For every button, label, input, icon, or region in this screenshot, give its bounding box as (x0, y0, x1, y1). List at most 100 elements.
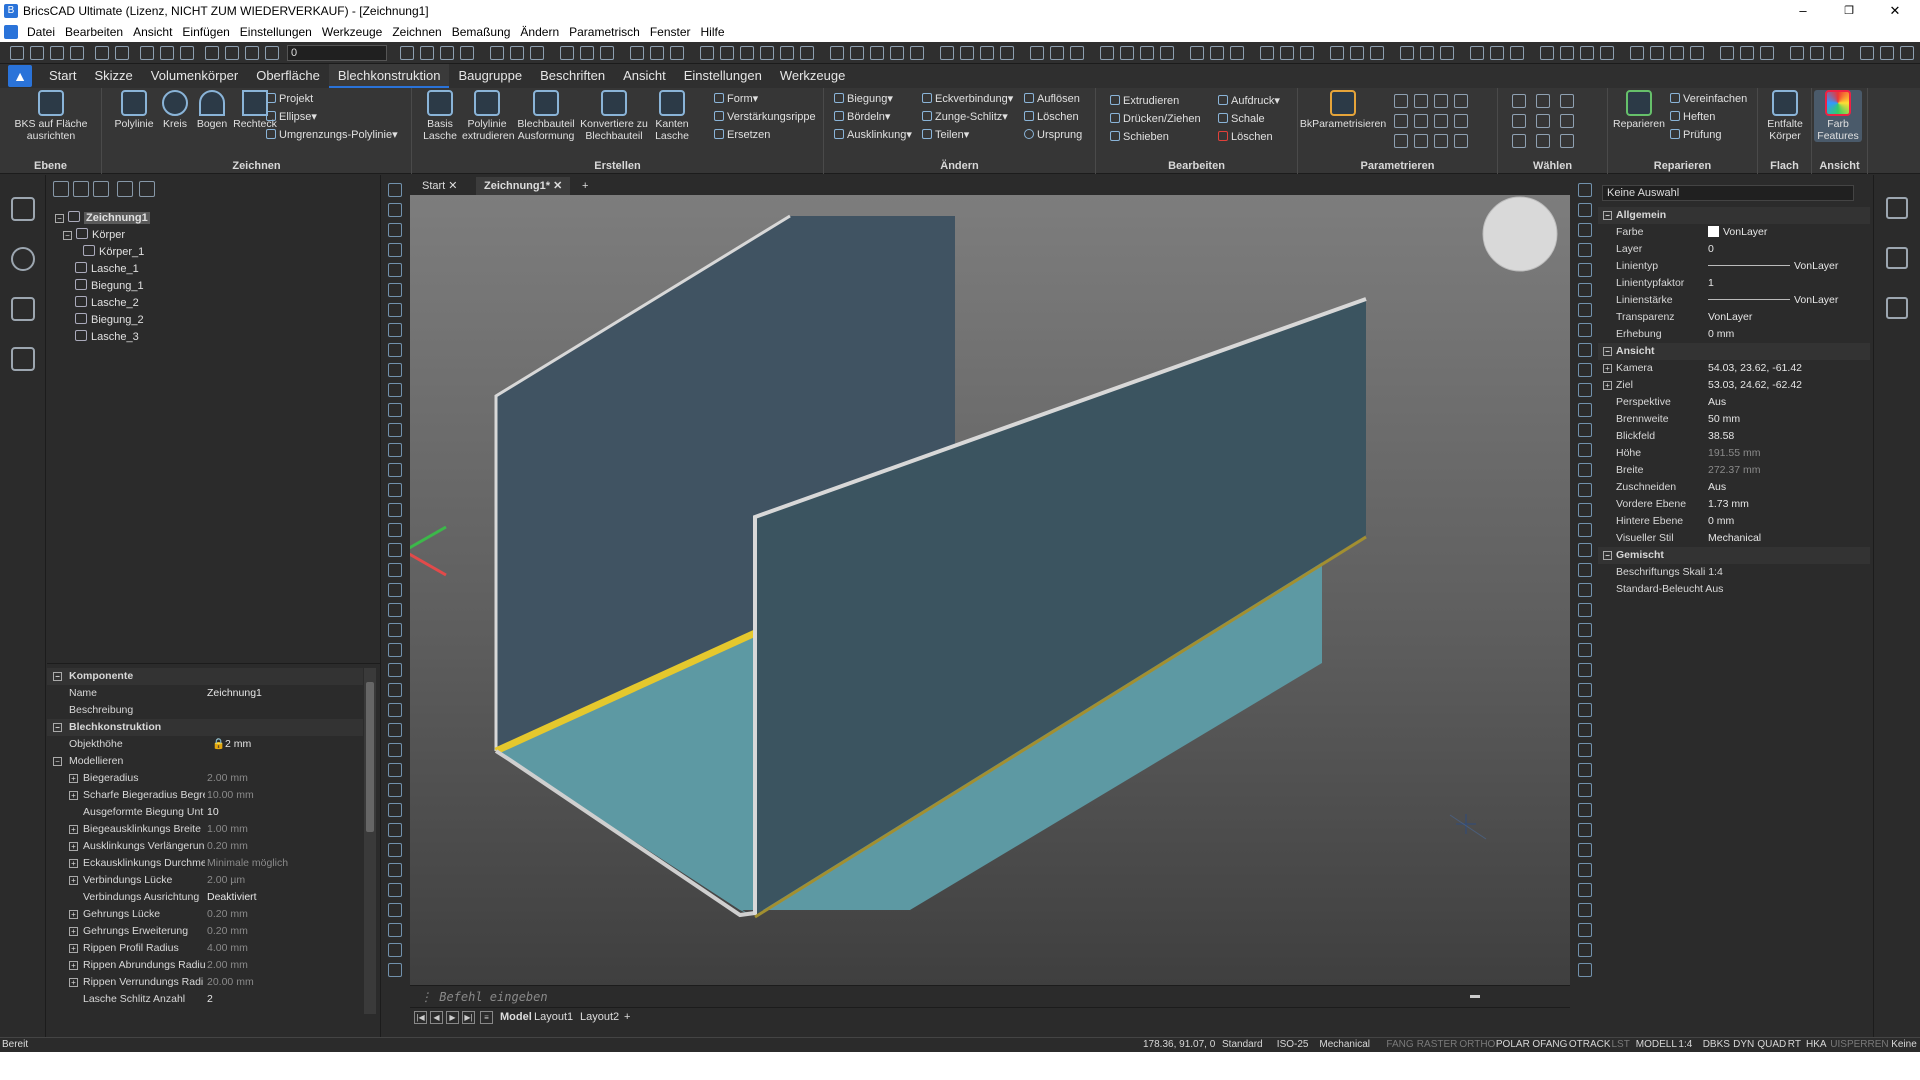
blechbauteil-ausformung-button[interactable]: Blechbauteil Ausformung (516, 90, 576, 142)
close-button[interactable]: ✕ (1872, 0, 1918, 22)
selection-dropdown[interactable]: Keine Auswahl (1602, 185, 1854, 201)
entfalte-koerper-button[interactable]: Entfalte Körper (1760, 90, 1810, 142)
redo-icon[interactable] (180, 46, 194, 60)
layers-panel-icon[interactable] (1886, 247, 1908, 269)
prop-row[interactable]: Beschreibung (47, 702, 363, 719)
draw-tool-icon[interactable] (388, 403, 402, 417)
modify-tool-icon[interactable] (1578, 943, 1592, 957)
property-row[interactable]: Standard-Beleucht Aus (1598, 581, 1870, 598)
property-row[interactable]: Linientypfaktor 1 (1598, 275, 1870, 292)
draw-tool-icon[interactable] (388, 743, 402, 757)
teilen-button[interactable]: Teilen▾ (922, 128, 969, 142)
prop-row[interactable]: + Eckausklinkungs Durchme Minimale möglich (47, 855, 363, 872)
draw-tool-icon[interactable] (388, 263, 402, 277)
rect-icon[interactable] (780, 46, 794, 60)
draw-tool-icon[interactable] (388, 723, 402, 737)
tab-skizze[interactable]: Skizze (85, 64, 141, 88)
orbit-icon[interactable] (600, 46, 614, 60)
select-9-icon[interactable] (1560, 134, 1574, 148)
select-5-icon[interactable] (1536, 114, 1550, 128)
modify-tool-icon[interactable] (1578, 703, 1592, 717)
prop-row[interactable]: + Rippen Verrundungs Radi 20.00 mm (47, 974, 363, 991)
loeschen-face-button[interactable]: Löschen (1218, 130, 1273, 144)
first-layout-icon[interactable]: |◀ (414, 1011, 427, 1024)
modify-tool-icon[interactable] (1578, 483, 1592, 497)
modify-tool-icon[interactable] (1578, 543, 1592, 557)
draw-tool-icon[interactable] (388, 363, 402, 377)
status-toggle-modell[interactable]: MODELL (1636, 1039, 1677, 1050)
property-row[interactable]: Beschriftungs Skali 1:4 (1598, 564, 1870, 581)
status-toggle-uisperren[interactable]: UISPERREN (1830, 1039, 1888, 1050)
status-toggle-dbks[interactable]: DBKS (1703, 1039, 1730, 1050)
tab-layout2[interactable]: Layout2 (580, 1011, 619, 1023)
menu-fenster[interactable]: Fenster (645, 25, 696, 39)
line-icon[interactable] (700, 46, 714, 60)
app-menu-icon[interactable] (4, 25, 18, 39)
select-6-icon[interactable] (1560, 114, 1574, 128)
open-file-icon[interactable] (30, 46, 44, 60)
status-toggle-quad[interactable]: QUAD (1757, 1039, 1786, 1050)
layout-list-icon[interactable]: ≡ (480, 1011, 493, 1024)
draw-tool-icon[interactable] (388, 823, 402, 837)
save-icon[interactable] (50, 46, 64, 60)
tree-tool-4-icon[interactable] (117, 181, 133, 197)
status-toggle-lst[interactable]: LST (1612, 1039, 1630, 1050)
box-icon[interactable] (1100, 46, 1114, 60)
konvertiere-button[interactable]: Konvertiere zu Blechbauteil (578, 90, 650, 142)
draw-tool-icon[interactable] (388, 203, 402, 217)
layer-state-icon[interactable] (205, 46, 219, 60)
status-toggle-14[interactable]: 1:4 (1678, 1039, 1692, 1050)
subtract-icon[interactable] (1210, 46, 1224, 60)
tree-item[interactable]: Lasche_2 (75, 296, 139, 309)
prop-row[interactable]: + Gehrungs Lücke 0.20 mm (47, 906, 363, 923)
menu-zeichnen[interactable]: Zeichnen (387, 25, 446, 39)
basis-lasche-button[interactable]: Basis Lasche (420, 90, 460, 142)
modify-tool-icon[interactable] (1578, 283, 1592, 297)
modify-tool-icon[interactable] (1578, 923, 1592, 937)
property-row[interactable]: + Ziel 53.03, 24.62, -62.42 (1598, 377, 1870, 394)
prop-row[interactable]: + Rippen Profil Radius 4.00 mm (47, 940, 363, 957)
property-row[interactable]: Linienstärke VonLayer (1598, 292, 1870, 309)
polylinie-extrudieren-button[interactable]: Polylinie extrudieren (462, 90, 515, 142)
layer-color-icon[interactable] (265, 46, 279, 60)
snap-perp-icon[interactable] (1790, 46, 1804, 60)
modify-tool-icon[interactable] (1578, 303, 1592, 317)
prop-row[interactable]: Lasche Schlitz Anzahl 2 (47, 991, 363, 1008)
modify-tool-icon[interactable] (1578, 523, 1592, 537)
render-icon[interactable] (1260, 46, 1274, 60)
property-row[interactable]: Hintere Ebene 0 mm (1598, 513, 1870, 530)
tree-tool-5-icon[interactable] (139, 181, 155, 197)
expand-icon[interactable]: + (1603, 364, 1612, 373)
verstaerkungsrippe-button[interactable]: Verstärkungsrippe (714, 110, 816, 124)
rotate-icon[interactable] (870, 46, 884, 60)
close-tab-icon[interactable]: ✕ (448, 180, 457, 192)
boerdeln-button[interactable]: Bördeln▾ (834, 110, 890, 124)
snap-center-icon[interactable] (1670, 46, 1684, 60)
tree-item[interactable]: Biegung_2 (75, 313, 144, 326)
hatch-icon[interactable] (800, 46, 814, 60)
draw-tool-icon[interactable] (388, 523, 402, 537)
polylinie-button[interactable]: Polylinie (112, 90, 156, 130)
prop-row[interactable]: Name Zeichnung1 (47, 685, 363, 702)
param-3-icon[interactable] (1434, 94, 1448, 108)
draw-tool-icon[interactable] (388, 243, 402, 257)
tree-item[interactable]: Lasche_3 (75, 330, 139, 343)
schieben-button[interactable]: Schieben (1110, 130, 1169, 144)
expand-icon[interactable]: + (69, 774, 78, 783)
tree-koerper-folder[interactable]: − Körper (63, 228, 125, 241)
ausklinkung-button[interactable]: Ausklinkung▾ (834, 128, 912, 142)
expand-icon[interactable]: + (69, 825, 78, 834)
modify-tool-icon[interactable] (1578, 783, 1592, 797)
draw-tool-icon[interactable] (388, 863, 402, 877)
select-7-icon[interactable] (1512, 134, 1526, 148)
layer-off-icon[interactable] (1560, 46, 1574, 60)
draw-tool-icon[interactable] (388, 543, 402, 557)
modify-tool-icon[interactable] (1578, 623, 1592, 637)
measure-icon[interactable] (630, 46, 644, 60)
last-layout-icon[interactable]: ▶| (462, 1011, 475, 1024)
status-toggle-raster[interactable]: RASTER (1417, 1039, 1458, 1050)
trim-icon[interactable] (940, 46, 954, 60)
draw-tool-icon[interactable] (388, 623, 402, 637)
projekt-button[interactable]: Projekt (266, 92, 313, 106)
draw-tool-icon[interactable] (388, 323, 402, 337)
